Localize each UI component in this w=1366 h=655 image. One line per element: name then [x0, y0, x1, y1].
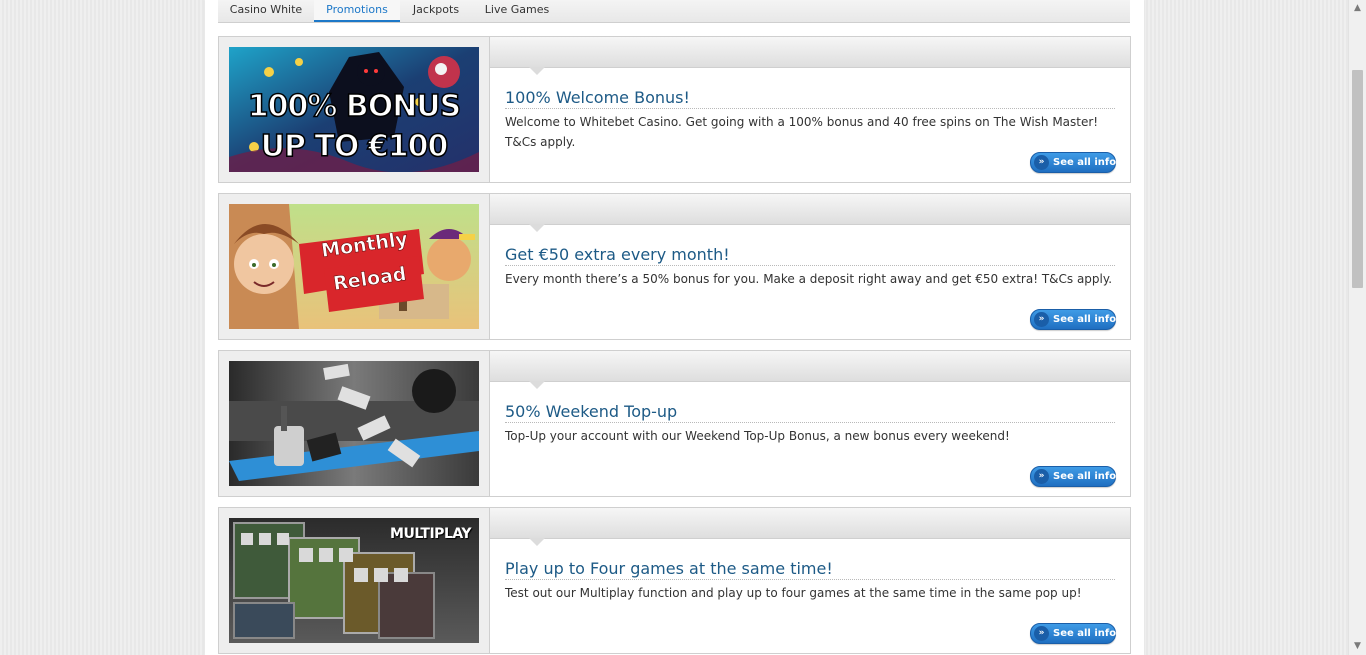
tab-casino-white[interactable]: Casino White	[218, 0, 314, 22]
promo-image-panel: MULTIPLAY	[219, 508, 490, 653]
see-all-info-button[interactable]: » See all info	[1030, 152, 1116, 173]
double-chevron-right-icon: »	[1034, 469, 1049, 484]
banner-headline-line-2: UP TO €100	[260, 128, 449, 165]
promo-image-panel: 100% BONUS UP TO €100	[219, 37, 490, 182]
content-page: Casino White Promotions Jackpots Live Ga…	[205, 0, 1144, 655]
see-all-info-button[interactable]: » See all info	[1030, 623, 1116, 644]
tab-promotions[interactable]: Promotions	[314, 0, 400, 22]
see-all-info-button[interactable]: » See all info	[1030, 309, 1116, 330]
welcome-bonus-banner-image[interactable]: 100% BONUS UP TO €100	[229, 47, 479, 172]
section-tab-bar: Casino White Promotions Jackpots Live Ga…	[218, 0, 1130, 23]
promo-image-panel: Monthly Reload	[219, 194, 490, 339]
tab-live-games[interactable]: Live Games	[472, 0, 562, 22]
weekend-topup-banner-image[interactable]	[229, 361, 479, 486]
promo-title[interactable]: Get €50 extra every month!	[505, 245, 1115, 266]
button-label: See all info	[1053, 314, 1117, 325]
banner-headline-line-1: 100% BONUS	[247, 88, 462, 125]
banner-headline: MULTIPLAY	[390, 526, 471, 542]
double-chevron-right-icon: »	[1034, 312, 1049, 327]
button-label: See all info	[1053, 628, 1117, 639]
triangle-down-icon[interactable]: ▼	[1349, 638, 1366, 655]
promo-description: Welcome to Whitebet Casino. Get going wi…	[505, 115, 1099, 149]
promo-card-weekend-topup: 50% Weekend Top-up Top-Up your account w…	[218, 350, 1131, 497]
promo-image-panel	[219, 351, 490, 496]
promo-description: Every month there’s a 50% bonus for you.…	[505, 272, 1113, 286]
monthly-reload-banner-image[interactable]: Monthly Reload	[229, 204, 479, 329]
double-chevron-right-icon: »	[1034, 626, 1049, 641]
promo-description: Top-Up your account with our Weekend Top…	[505, 429, 1010, 443]
multiplay-banner-image[interactable]: MULTIPLAY	[229, 518, 479, 643]
header-notch	[529, 381, 545, 389]
promo-description: Test out our Multiplay function and play…	[505, 586, 1082, 600]
scrollbar-thumb[interactable]	[1352, 70, 1363, 288]
promo-title[interactable]: 50% Weekend Top-up	[505, 402, 1115, 423]
button-label: See all info	[1053, 157, 1117, 168]
triangle-up-icon[interactable]: ▲	[1349, 0, 1366, 17]
promo-header-strip	[490, 508, 1130, 546]
double-chevron-right-icon: »	[1034, 155, 1049, 170]
promo-header-strip	[490, 194, 1130, 232]
vertical-scrollbar[interactable]: ▲ ▼	[1348, 0, 1366, 655]
promo-card-multiplay: MULTIPLAY Play up to Four games at the s…	[218, 507, 1131, 654]
promo-title[interactable]: Play up to Four games at the same time!	[505, 559, 1115, 580]
header-notch	[529, 538, 545, 546]
promo-header-strip	[490, 37, 1130, 75]
see-all-info-button[interactable]: » See all info	[1030, 466, 1116, 487]
promo-title[interactable]: 100% Welcome Bonus!	[505, 88, 1115, 109]
promo-header-strip	[490, 351, 1130, 389]
promo-card-welcome-bonus: 100% BONUS UP TO €100 100% Welcome Bonus…	[218, 36, 1131, 183]
header-notch	[529, 224, 545, 232]
header-notch	[529, 67, 545, 75]
promo-card-monthly-reload: Monthly Reload Get €50 extra every month…	[218, 193, 1131, 340]
button-label: See all info	[1053, 471, 1117, 482]
tab-jackpots[interactable]: Jackpots	[400, 0, 472, 22]
